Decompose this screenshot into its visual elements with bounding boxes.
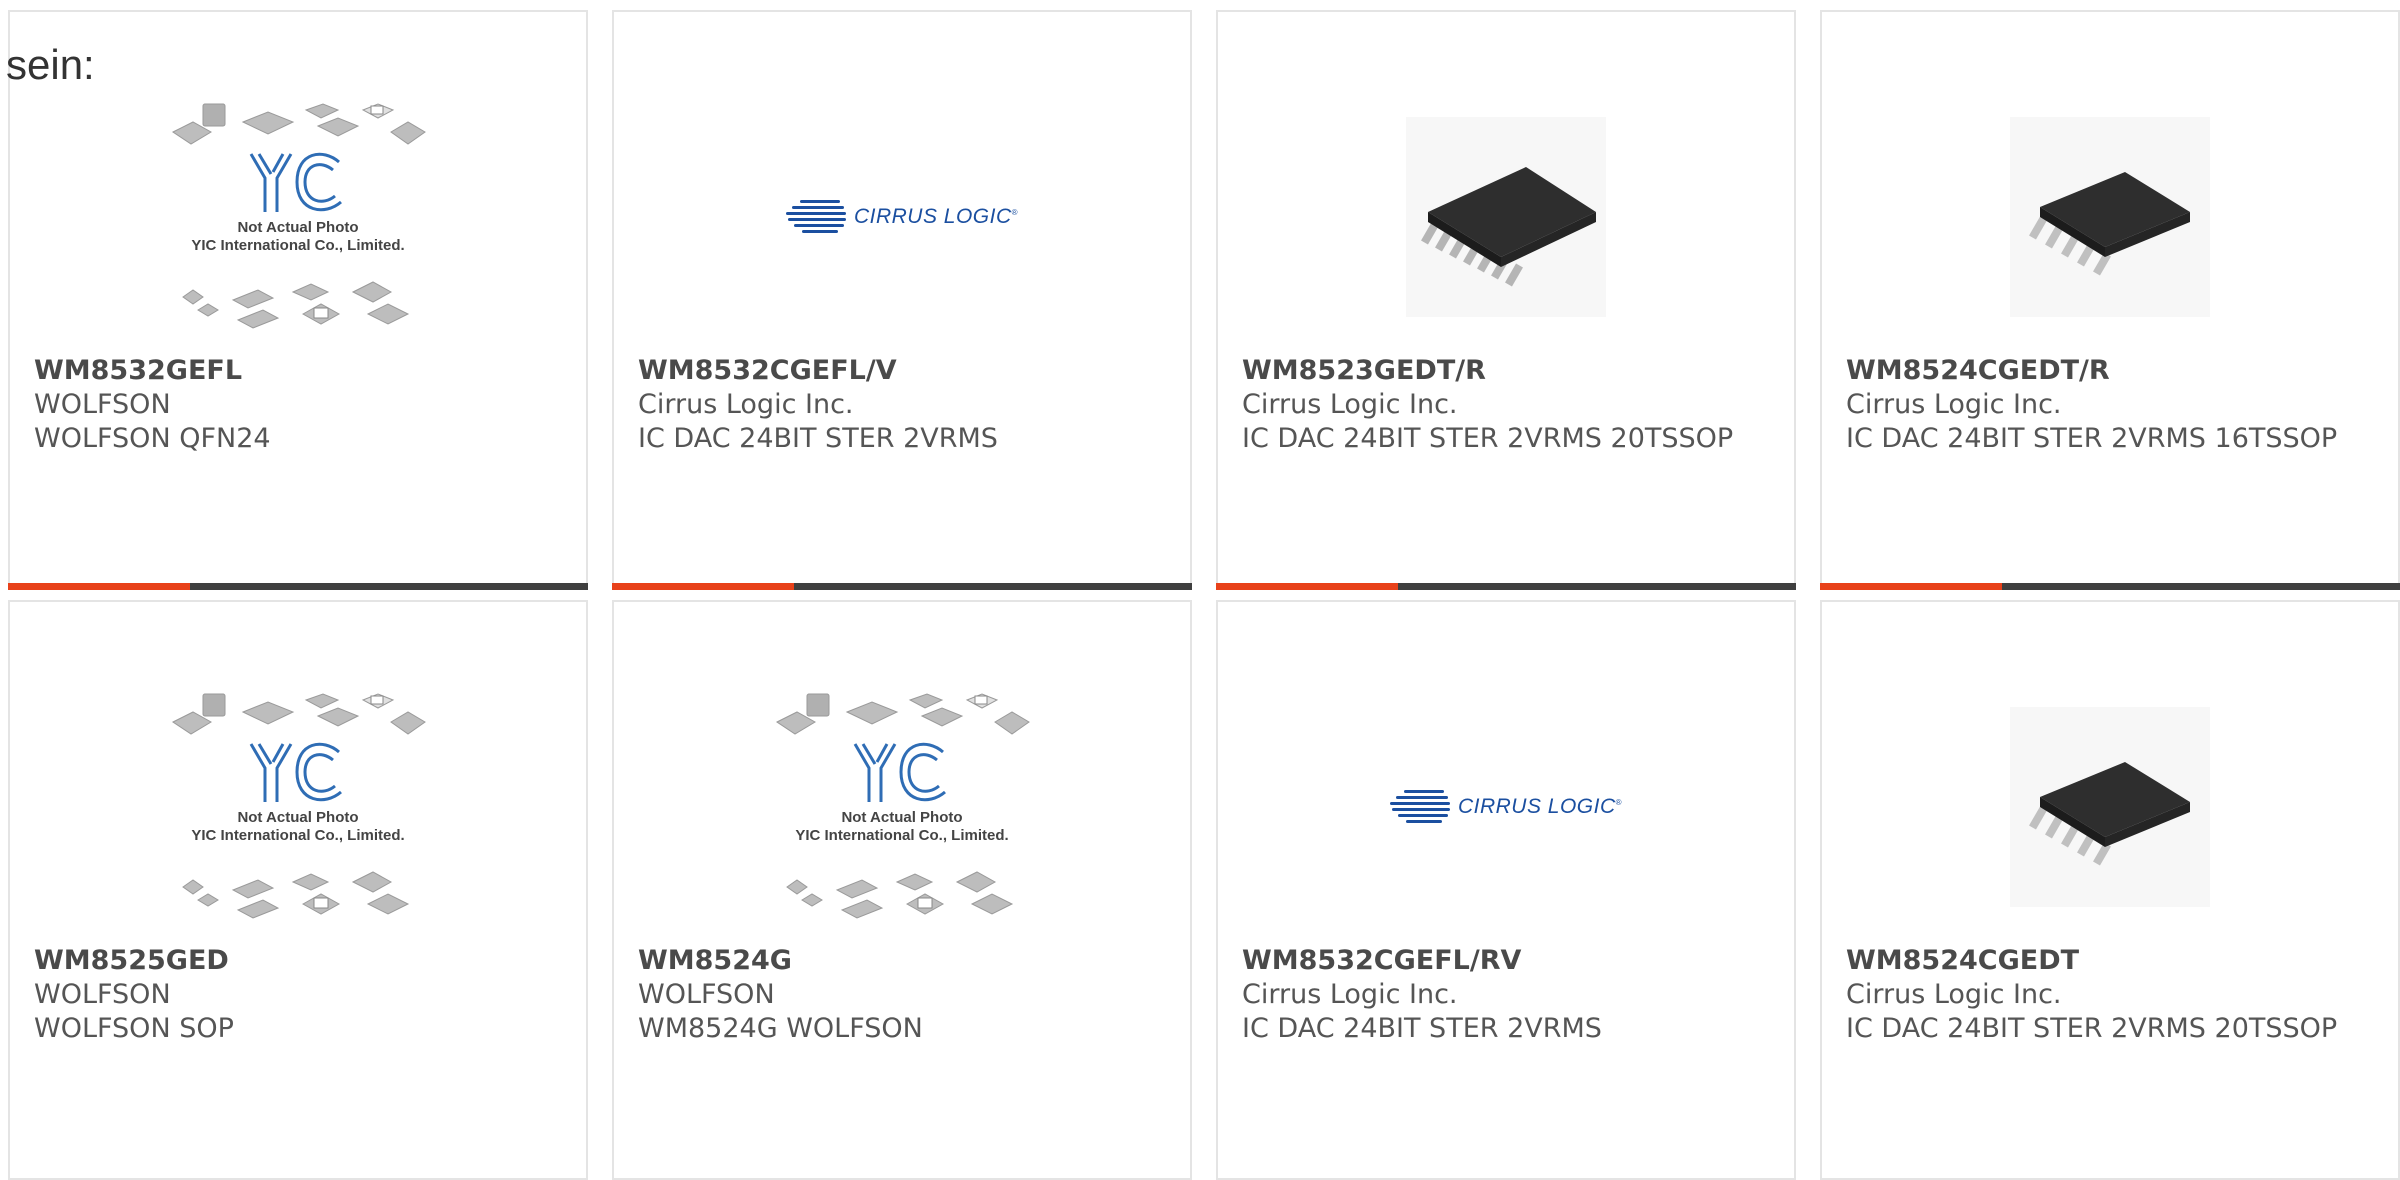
product-part-number[interactable]: WM8532CGEFL/RV: [1242, 944, 1774, 978]
product-image[interactable]: Not Actual Photo YIC International Co., …: [10, 82, 586, 352]
product-manufacturer: Cirrus Logic Inc.: [1242, 979, 1458, 1010]
intro-text: sein:: [6, 41, 95, 88]
card-accent-bar: [612, 583, 1192, 590]
card-accent-highlight: [1820, 583, 2002, 590]
product-image[interactable]: CIRRUS LOGIC®: [1218, 672, 1794, 942]
yic-placeholder-image: Not Actual Photo YIC International Co., …: [776, 693, 1030, 919]
tssop-16-chip-image: [2010, 707, 2210, 907]
product-info: WM8524CGEDT Cirrus Logic Inc. IC DAC 24BIT…: [1846, 944, 2378, 1046]
product-card[interactable]: WM8523GEDT/R Cirrus Logic Inc. IC DAC 24BI…: [1216, 10, 1796, 590]
cirrus-swirl-icon: [1389, 790, 1450, 823]
placeholder-caption-2: YIC International Co., Limited.: [191, 237, 404, 254]
product-description: IC DAC 24BIT STER 2VRMS: [1242, 1013, 1602, 1044]
product-card[interactable]: WM8524CGEDT/R Cirrus Logic Inc. IC DAC 24B…: [1820, 10, 2400, 590]
product-part-number[interactable]: WM8532GEFL: [34, 354, 566, 388]
product-card[interactable]: Not Actual Photo YIC International Co., …: [8, 10, 588, 590]
product-info: WM8532CGEFL/RV Cirrus Logic Inc. IC DAC 24…: [1242, 944, 1774, 1046]
placeholder-caption-1: Not Actual Photo: [237, 809, 358, 826]
product-part-number[interactable]: WM8524G: [638, 944, 1170, 978]
product-card[interactable]: Not Actual Photo YIC International Co., …: [612, 600, 1192, 1180]
product-part-number[interactable]: WM8532CGEFL/V: [638, 354, 1170, 388]
card-accent-bar: [1820, 583, 2400, 590]
product-image[interactable]: Not Actual Photo YIC International Co., …: [614, 672, 1190, 942]
product-info: WM8532CGEFL/V Cirrus Logic Inc. IC DAC 24B…: [638, 354, 1170, 456]
product-card[interactable]: WM8524CGEDT Cirrus Logic Inc. IC DAC 24BIT…: [1820, 600, 2400, 1180]
product-manufacturer: Cirrus Logic Inc.: [1242, 389, 1458, 420]
cirrus-logic-wordmark: CIRRUS LOGIC®: [853, 205, 1019, 228]
product-image[interactable]: CIRRUS LOGIC®: [614, 82, 1190, 352]
product-image[interactable]: [1822, 82, 2398, 352]
product-description: IC DAC 24BIT STER 2VRMS 16TSSOP: [1846, 423, 2338, 454]
tssop-16-chip-image: [2010, 117, 2210, 317]
cirrus-swirl-icon: [785, 200, 846, 233]
product-description: WOLFSON SOP: [34, 1013, 234, 1044]
product-card[interactable]: CIRRUS LOGIC® WM8532CGEFL/V Cirrus Logic …: [612, 10, 1192, 590]
yic-placeholder-image: Not Actual Photo YIC International Co., …: [172, 693, 426, 919]
product-part-number[interactable]: WM8524CGEDT: [1846, 944, 2378, 978]
cirrus-logic-logo: CIRRUS LOGIC®: [1389, 788, 1623, 826]
product-info: WM8523GEDT/R Cirrus Logic Inc. IC DAC 24BI…: [1242, 354, 1774, 456]
product-manufacturer: Cirrus Logic Inc.: [1846, 389, 2062, 420]
product-description: WOLFSON QFN24: [34, 423, 271, 454]
placeholder-caption-1: Not Actual Photo: [841, 809, 962, 826]
product-info: WM8525GED WOLFSON WOLFSON SOP: [34, 944, 566, 1046]
product-part-number[interactable]: WM8523GEDT/R: [1242, 354, 1774, 388]
product-part-number[interactable]: WM8525GED: [34, 944, 566, 978]
product-description: IC DAC 24BIT STER 2VRMS: [638, 423, 998, 454]
card-accent-bar: [8, 583, 588, 590]
product-info: WM8532GEFL WOLFSON WOLFSON QFN24: [34, 354, 566, 456]
product-card[interactable]: Not Actual Photo YIC International Co., …: [8, 600, 588, 1180]
card-accent-bar: [1216, 583, 1796, 590]
placeholder-caption-2: YIC International Co., Limited.: [795, 827, 1008, 844]
product-description: WM8524G WOLFSON: [638, 1013, 923, 1044]
cirrus-logic-wordmark: CIRRUS LOGIC®: [1457, 795, 1623, 818]
product-image[interactable]: Not Actual Photo YIC International Co., …: [10, 672, 586, 942]
product-manufacturer: WOLFSON: [34, 389, 171, 420]
product-description: IC DAC 24BIT STER 2VRMS 20TSSOP: [1242, 423, 1734, 454]
product-description: IC DAC 24BIT STER 2VRMS 20TSSOP: [1846, 1013, 2338, 1044]
card-accent-highlight: [1216, 583, 1398, 590]
product-manufacturer: Cirrus Logic Inc.: [638, 389, 854, 420]
cirrus-logic-logo: CIRRUS LOGIC®: [785, 198, 1019, 236]
card-accent-highlight: [8, 583, 190, 590]
product-info: WM8524CGEDT/R Cirrus Logic Inc. IC DAC 24B…: [1846, 354, 2378, 456]
yic-placeholder-image: Not Actual Photo YIC International Co., …: [172, 103, 426, 329]
product-manufacturer: WOLFSON: [638, 979, 775, 1010]
card-accent-highlight: [612, 583, 794, 590]
product-manufacturer: Cirrus Logic Inc.: [1846, 979, 2062, 1010]
placeholder-caption-1: Not Actual Photo: [237, 219, 358, 236]
product-part-number[interactable]: WM8524CGEDT/R: [1846, 354, 2378, 388]
product-image[interactable]: [1218, 82, 1794, 352]
placeholder-caption-2: YIC International Co., Limited.: [191, 827, 404, 844]
product-image[interactable]: [1822, 672, 2398, 942]
product-card[interactable]: CIRRUS LOGIC® WM8532CGEFL/RV Cirrus Logic…: [1216, 600, 1796, 1180]
product-manufacturer: WOLFSON: [34, 979, 171, 1010]
product-grid: Not Actual Photo YIC International Co., …: [0, 0, 2400, 1180]
tssop-20-chip-image: [1406, 117, 1606, 317]
product-info: WM8524G WOLFSON WM8524G WOLFSON: [638, 944, 1170, 1046]
